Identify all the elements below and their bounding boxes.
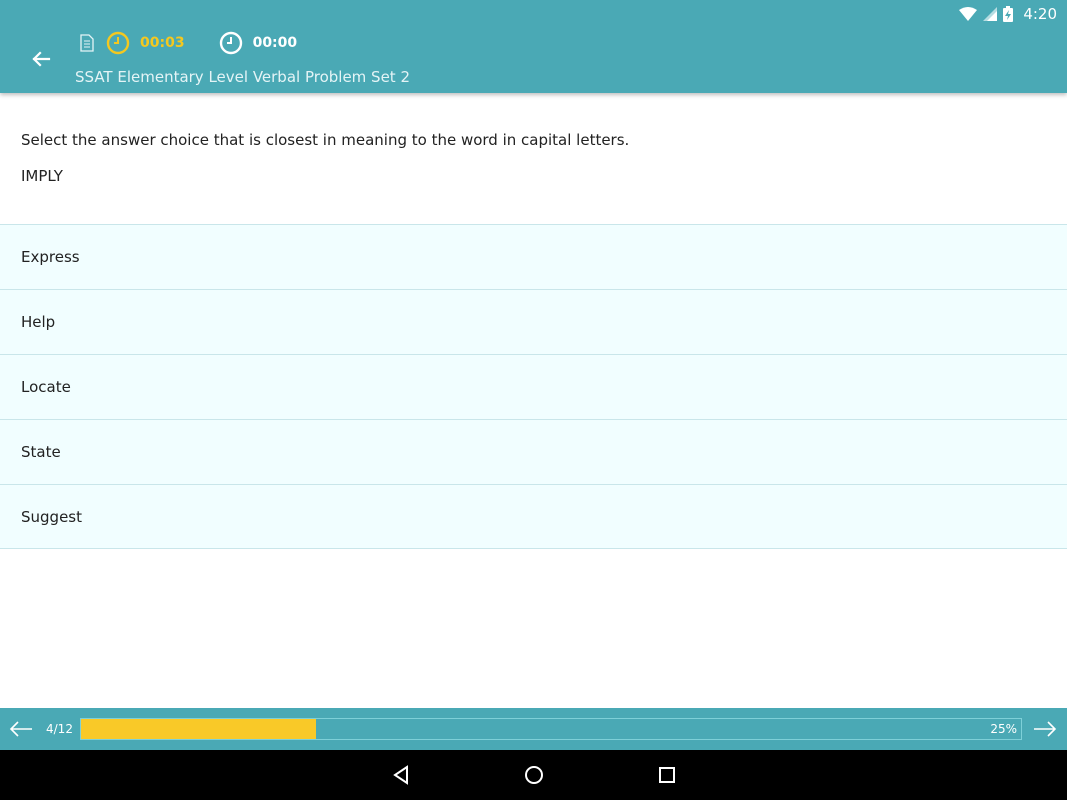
document-icon: [80, 34, 94, 52]
status-time: 4:20: [1023, 5, 1057, 23]
clock-icon: [219, 31, 242, 55]
recents-square-icon[interactable]: [656, 764, 678, 786]
answer-choice[interactable]: Locate: [0, 354, 1067, 419]
question-prompt: Select the answer choice that is closest…: [21, 131, 630, 149]
app-bar: 4:20 00:03 00:00 SSAT Elementary Level V…: [0, 0, 1067, 93]
progress-fill: [81, 719, 316, 739]
question-word: IMPLY: [21, 167, 63, 185]
progress-bar: 25%: [80, 718, 1022, 740]
total-timer-value: 00:00: [252, 35, 298, 51]
arrow-back-icon: [32, 51, 51, 67]
page-title: SSAT Elementary Level Verbal Problem Set…: [75, 68, 410, 86]
clock-icon: [106, 31, 130, 55]
progress-bar-container: 4/12 25%: [0, 708, 1067, 750]
back-button[interactable]: [26, 44, 56, 74]
answer-choice[interactable]: State: [0, 419, 1067, 484]
wifi-icon: [959, 7, 978, 21]
back-triangle-icon[interactable]: [390, 764, 412, 786]
system-navigation-bar: [0, 750, 1067, 800]
next-question-arrow-icon[interactable]: [1032, 718, 1058, 740]
answer-choice[interactable]: Help: [0, 289, 1067, 354]
answer-choice[interactable]: Suggest: [0, 484, 1067, 549]
answer-choice[interactable]: Express: [0, 224, 1067, 289]
question-count: 4/12: [46, 722, 73, 736]
progress-percent: 25%: [990, 722, 1017, 736]
question-timer: 00:03: [106, 31, 185, 55]
timers: 00:03 00:00: [80, 30, 297, 56]
status-bar: 4:20: [959, 4, 1057, 24]
previous-question-arrow-icon[interactable]: [8, 718, 34, 740]
question-timer-value: 00:03: [140, 35, 185, 51]
home-circle-icon[interactable]: [523, 764, 545, 786]
answer-choices: Express Help Locate State Suggest: [0, 224, 1067, 549]
battery-charging-icon: [1003, 6, 1014, 22]
total-timer: 00:00: [219, 31, 298, 55]
cell-signal-icon: [983, 7, 998, 21]
